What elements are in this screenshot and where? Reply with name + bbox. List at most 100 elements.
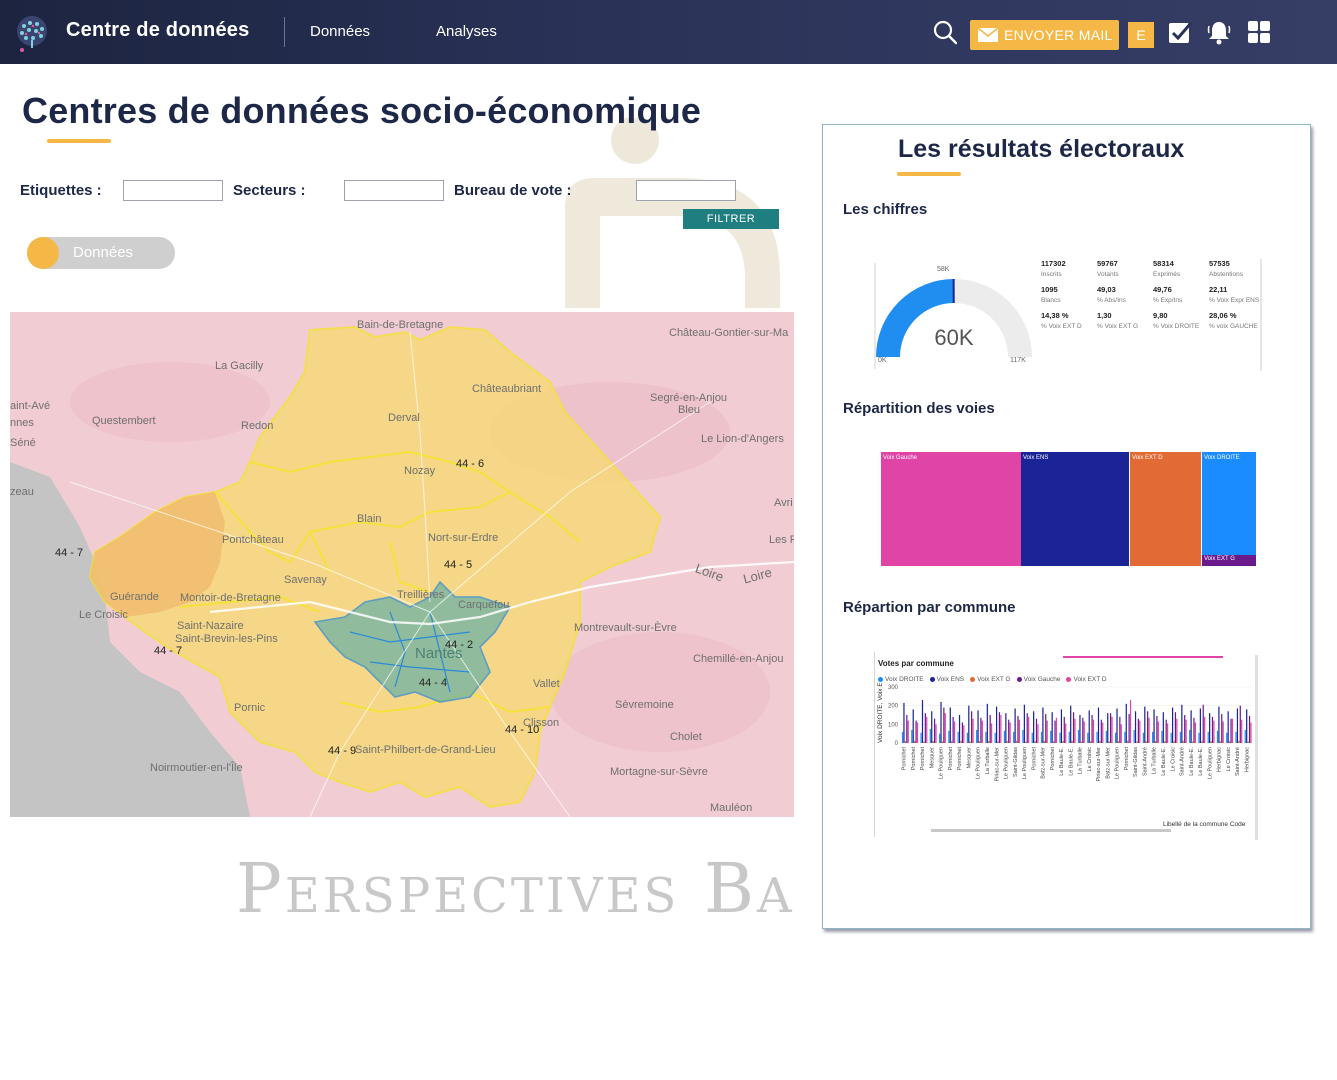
chart-bar[interactable] (1185, 719, 1187, 743)
chart-bar[interactable] (990, 723, 993, 743)
bureau-vote-input[interactable] (636, 180, 736, 201)
chart-bar[interactable] (1108, 741, 1110, 743)
chart-bar[interactable] (1017, 715, 1019, 743)
chart-bar[interactable] (1042, 707, 1044, 743)
chart-bar[interactable] (1091, 715, 1093, 743)
chart-bar[interactable] (1092, 719, 1095, 743)
chart-bar[interactable] (953, 721, 956, 743)
chart-bar[interactable] (1043, 740, 1045, 743)
grid-apps-icon[interactable] (1245, 18, 1273, 46)
chart-bar[interactable] (966, 732, 968, 743)
chart-bar[interactable] (1235, 731, 1237, 743)
chart-bar[interactable] (1202, 704, 1204, 743)
chart-bar[interactable] (906, 715, 908, 743)
chart-bar[interactable] (1034, 741, 1036, 743)
chart-bar[interactable] (1230, 718, 1232, 743)
chart-bar[interactable] (1199, 708, 1201, 743)
chart-bar[interactable] (951, 741, 953, 743)
chart-bar[interactable] (1083, 721, 1085, 743)
chart-bar[interactable] (915, 720, 917, 743)
chart-bar[interactable] (1107, 713, 1109, 743)
chart-bar[interactable] (994, 732, 996, 743)
chart-bar[interactable] (1134, 711, 1137, 743)
chart-bar[interactable] (968, 705, 970, 743)
chart-bar[interactable] (1120, 724, 1122, 743)
chart-bar[interactable] (1156, 715, 1158, 743)
chart-bar[interactable] (989, 715, 991, 743)
chart-bar[interactable] (1013, 731, 1015, 743)
treemap-voix-gauche[interactable]: Voix Gauche (881, 452, 1021, 566)
chart-bar[interactable] (969, 741, 971, 743)
chart-bar[interactable] (1000, 715, 1002, 743)
chart-bar[interactable] (1109, 713, 1112, 743)
chart-bar[interactable] (1082, 717, 1084, 743)
chart-bar[interactable] (1055, 717, 1058, 743)
chart-bar[interactable] (976, 729, 978, 743)
search-icon[interactable] (931, 18, 959, 46)
chart-bar[interactable] (1003, 730, 1006, 743)
chart-bar[interactable] (1072, 712, 1075, 743)
chart-bar[interactable] (981, 720, 983, 743)
map-district-code[interactable]: 44 - 2 (445, 639, 473, 651)
chart-bar[interactable] (972, 718, 974, 743)
chart-bar[interactable] (1193, 717, 1195, 743)
nav-analyses[interactable]: Analyses (436, 23, 497, 40)
chart-bar[interactable] (1054, 720, 1056, 743)
chart-horizontal-scrollbar[interactable] (931, 829, 1171, 832)
chart-bar[interactable] (1184, 715, 1186, 743)
chart-bar[interactable] (907, 720, 909, 743)
gauge-chart[interactable]: 60K 0K 117K 58K (873, 261, 1043, 373)
chart-bar[interactable] (935, 724, 937, 743)
chart-bar[interactable] (1124, 731, 1126, 743)
checkbox-icon[interactable] (1166, 18, 1194, 46)
legend-item[interactable]: Voix ENS (929, 676, 964, 683)
legend-item[interactable]: Voix EXT D (1066, 676, 1107, 683)
chart-bar[interactable] (1207, 731, 1209, 743)
chart-bar[interactable] (1142, 732, 1144, 743)
chart-bar[interactable] (1050, 730, 1052, 743)
chart-bar[interactable] (1006, 741, 1008, 743)
chart-bar[interactable] (1045, 714, 1047, 743)
chart-bar[interactable] (1226, 732, 1228, 743)
chart-bar[interactable] (1154, 740, 1157, 743)
chart-bar[interactable] (941, 741, 944, 743)
chart-bar[interactable] (1127, 740, 1129, 743)
chart-bar[interactable] (1023, 704, 1025, 743)
map-district-code[interactable]: 44 - 7 (55, 547, 83, 559)
map-view[interactable]: Bain-de-Bretagne Château-Gontier-sur-Ma … (10, 312, 794, 817)
votes-per-commune-chart[interactable]: Voix DROITE, Voix ENS... 0 100 200 300 Pornic… (873, 683, 1258, 833)
chart-bar[interactable] (1213, 720, 1215, 743)
user-badge[interactable]: E (1128, 22, 1154, 48)
map-district-code[interactable]: 44 - 7 (154, 645, 182, 657)
chart-bar[interactable] (1102, 722, 1104, 743)
brain-logo-icon[interactable] (12, 14, 52, 54)
chart-bar[interactable] (1181, 704, 1183, 743)
chart-bar[interactable] (952, 716, 954, 743)
chart-bar[interactable] (988, 740, 990, 743)
chart-bar[interactable] (958, 715, 961, 743)
secteurs-input[interactable] (344, 180, 444, 201)
chart-bar[interactable] (903, 702, 905, 743)
chart-bar[interactable] (1060, 709, 1063, 743)
chart-bar[interactable] (1062, 741, 1064, 743)
chart-bar[interactable] (1204, 716, 1206, 743)
chart-bar[interactable] (1068, 731, 1070, 743)
chart-bar[interactable] (1136, 741, 1138, 743)
chart-bar[interactable] (1128, 714, 1130, 743)
chart-bar[interactable] (1125, 703, 1127, 743)
chart-bar[interactable] (1162, 712, 1164, 743)
chart-bar[interactable] (944, 713, 946, 743)
chart-bar[interactable] (923, 741, 925, 743)
chart-bar[interactable] (1246, 709, 1248, 743)
chart-bar[interactable] (986, 703, 988, 743)
bell-icon[interactable] (1205, 18, 1233, 46)
chart-bar[interactable] (1152, 731, 1154, 743)
chart-bar[interactable] (1228, 741, 1231, 743)
chart-bar[interactable] (1087, 732, 1089, 743)
chart-bar[interactable] (949, 707, 951, 743)
chart-bar[interactable] (916, 722, 919, 743)
chart-bar[interactable] (1153, 709, 1155, 743)
nav-donnees[interactable]: Données (310, 23, 370, 40)
chart-bar[interactable] (997, 741, 999, 743)
chart-bar[interactable] (1239, 705, 1241, 743)
